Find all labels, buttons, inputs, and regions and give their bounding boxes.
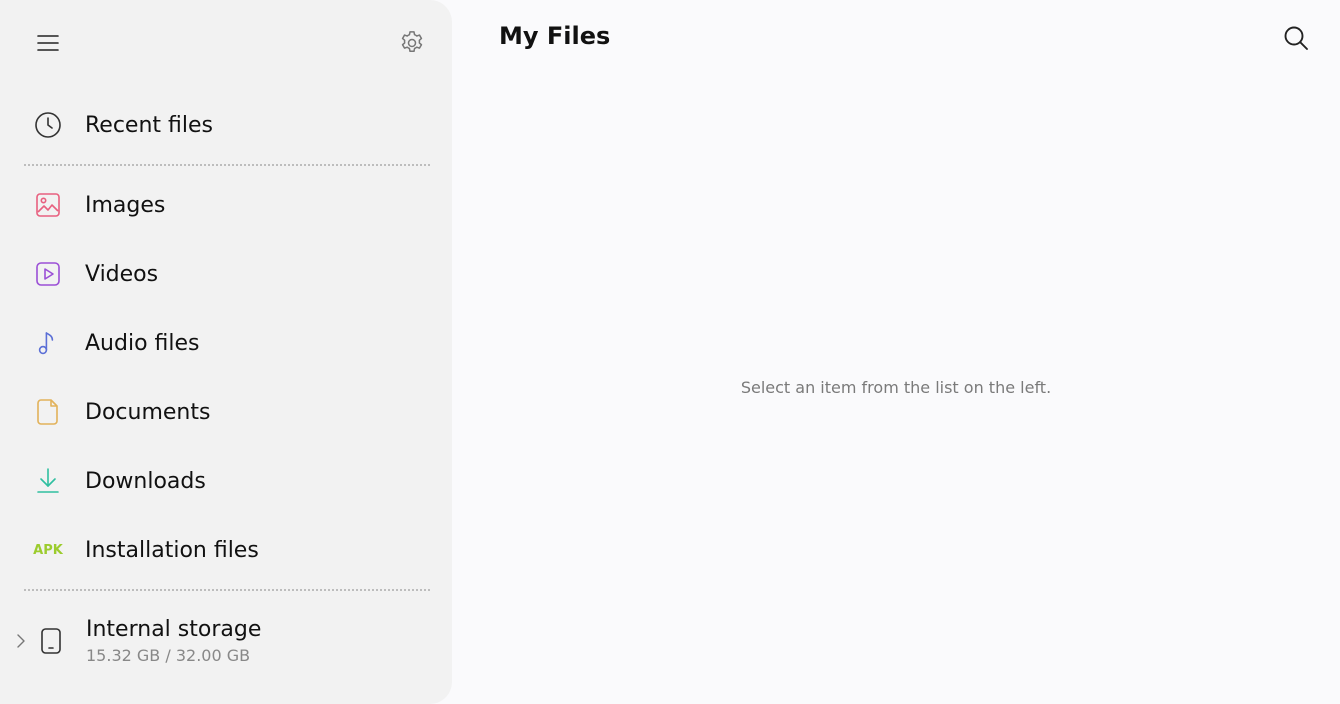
video-icon [36,262,60,286]
divider [24,589,430,591]
gear-icon [401,31,423,53]
empty-state-message: Select an item from the list on the left… [740,378,1052,397]
apk-icon: APK [33,542,63,558]
phone-icon [41,628,61,654]
sidebar-item-videos[interactable]: Videos [24,247,430,301]
sidebar-item-label: Downloads [85,468,206,494]
search-button[interactable] [1276,18,1316,58]
sidebar-item-recent-files[interactable]: Recent files [24,98,430,152]
sidebar-item-installation-files[interactable]: APK Installation files [24,523,430,577]
sidebar-item-label: Recent files [85,112,213,138]
sidebar-item-documents[interactable]: Documents [24,385,430,439]
sidebar-item-images[interactable]: Images [24,178,430,232]
sidebar-item-label: Installation files [85,537,259,563]
sidebar-item-downloads[interactable]: Downloads [24,454,430,508]
sidebar: Recent files Images Videos Audio files D… [0,0,452,704]
music-note-icon [38,332,54,355]
search-icon [1284,26,1308,50]
sidebar-item-label: Videos [85,261,159,287]
hamburger-menu-icon [37,35,59,51]
settings-button[interactable] [392,23,432,63]
sidebar-item-label: Documents [85,399,211,425]
expand-button[interactable] [8,629,32,653]
download-icon [37,468,59,493]
sidebar-item-label: Images [85,192,166,218]
menu-button[interactable] [28,23,68,63]
clock-icon [35,112,61,138]
storage-usage: 15.32 GB / 32.00 GB [86,645,251,665]
document-icon [37,399,58,425]
page-title: My Files [499,22,611,50]
chevron-right-icon [17,634,25,648]
storage-name: Internal storage [86,616,262,642]
my-files-app: Recent files Images Videos Audio files D… [0,0,1340,704]
sidebar-item-audio-files[interactable]: Audio files [24,316,430,370]
sidebar-item-internal-storage[interactable]: Internal storage 15.32 GB / 32.00 GB [8,610,430,672]
sidebar-item-label: Audio files [85,330,200,356]
image-icon [36,193,60,217]
divider [24,164,430,166]
